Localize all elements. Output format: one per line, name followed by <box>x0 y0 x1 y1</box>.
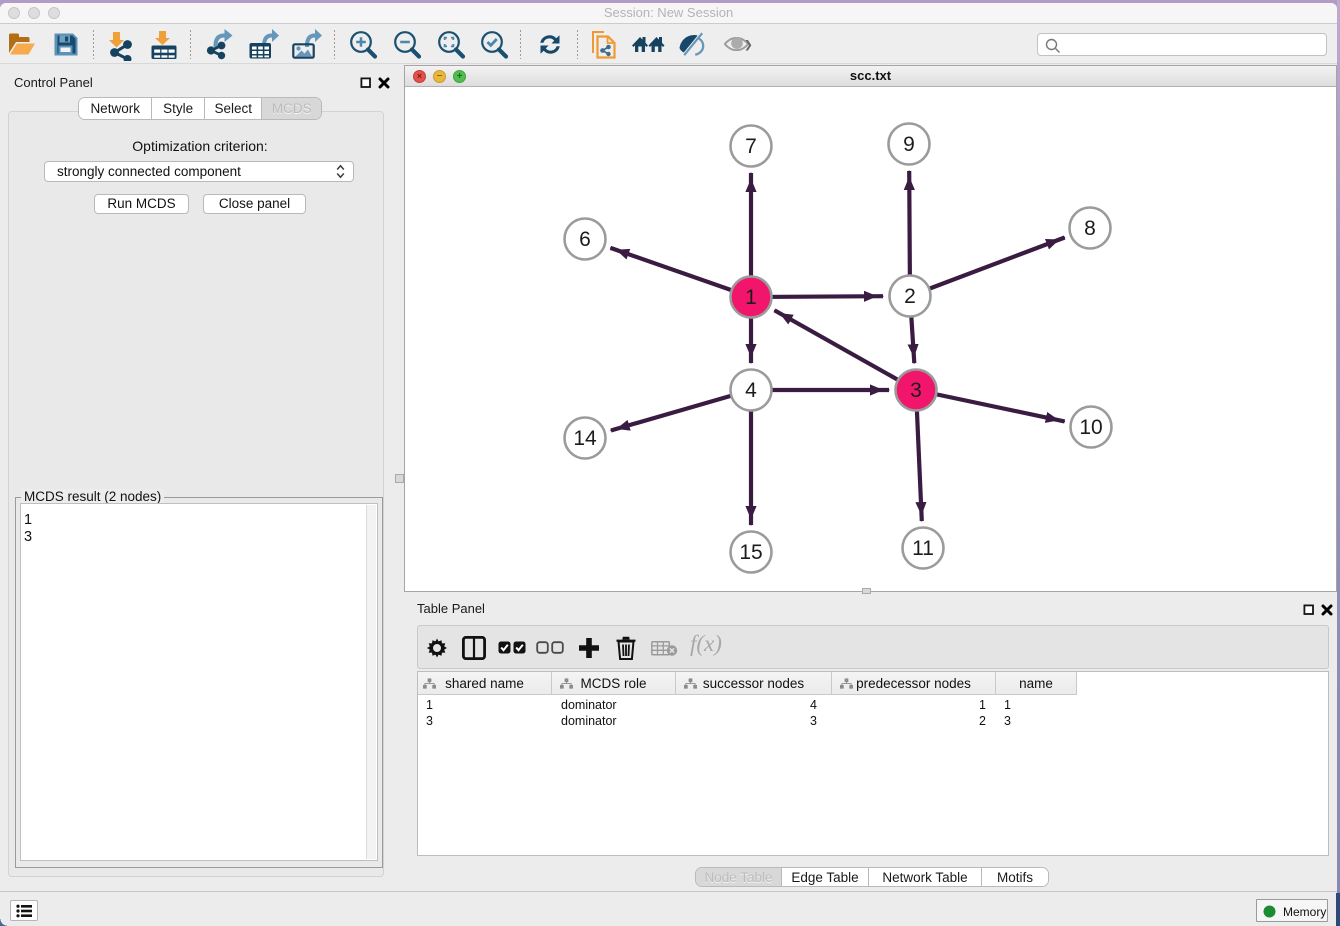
svg-text:3: 3 <box>910 379 922 402</box>
svg-text:9: 9 <box>903 133 915 156</box>
svg-text:11: 11 <box>912 537 934 560</box>
svg-text:1: 1 <box>745 286 757 309</box>
svg-text:8: 8 <box>1084 217 1096 240</box>
svg-text:2: 2 <box>904 285 916 308</box>
svg-text:10: 10 <box>1079 416 1102 439</box>
svg-text:6: 6 <box>579 228 591 251</box>
svg-text:15: 15 <box>739 541 762 564</box>
svg-text:7: 7 <box>745 135 757 158</box>
svg-text:14: 14 <box>573 427 597 450</box>
svg-text:4: 4 <box>745 379 757 402</box>
